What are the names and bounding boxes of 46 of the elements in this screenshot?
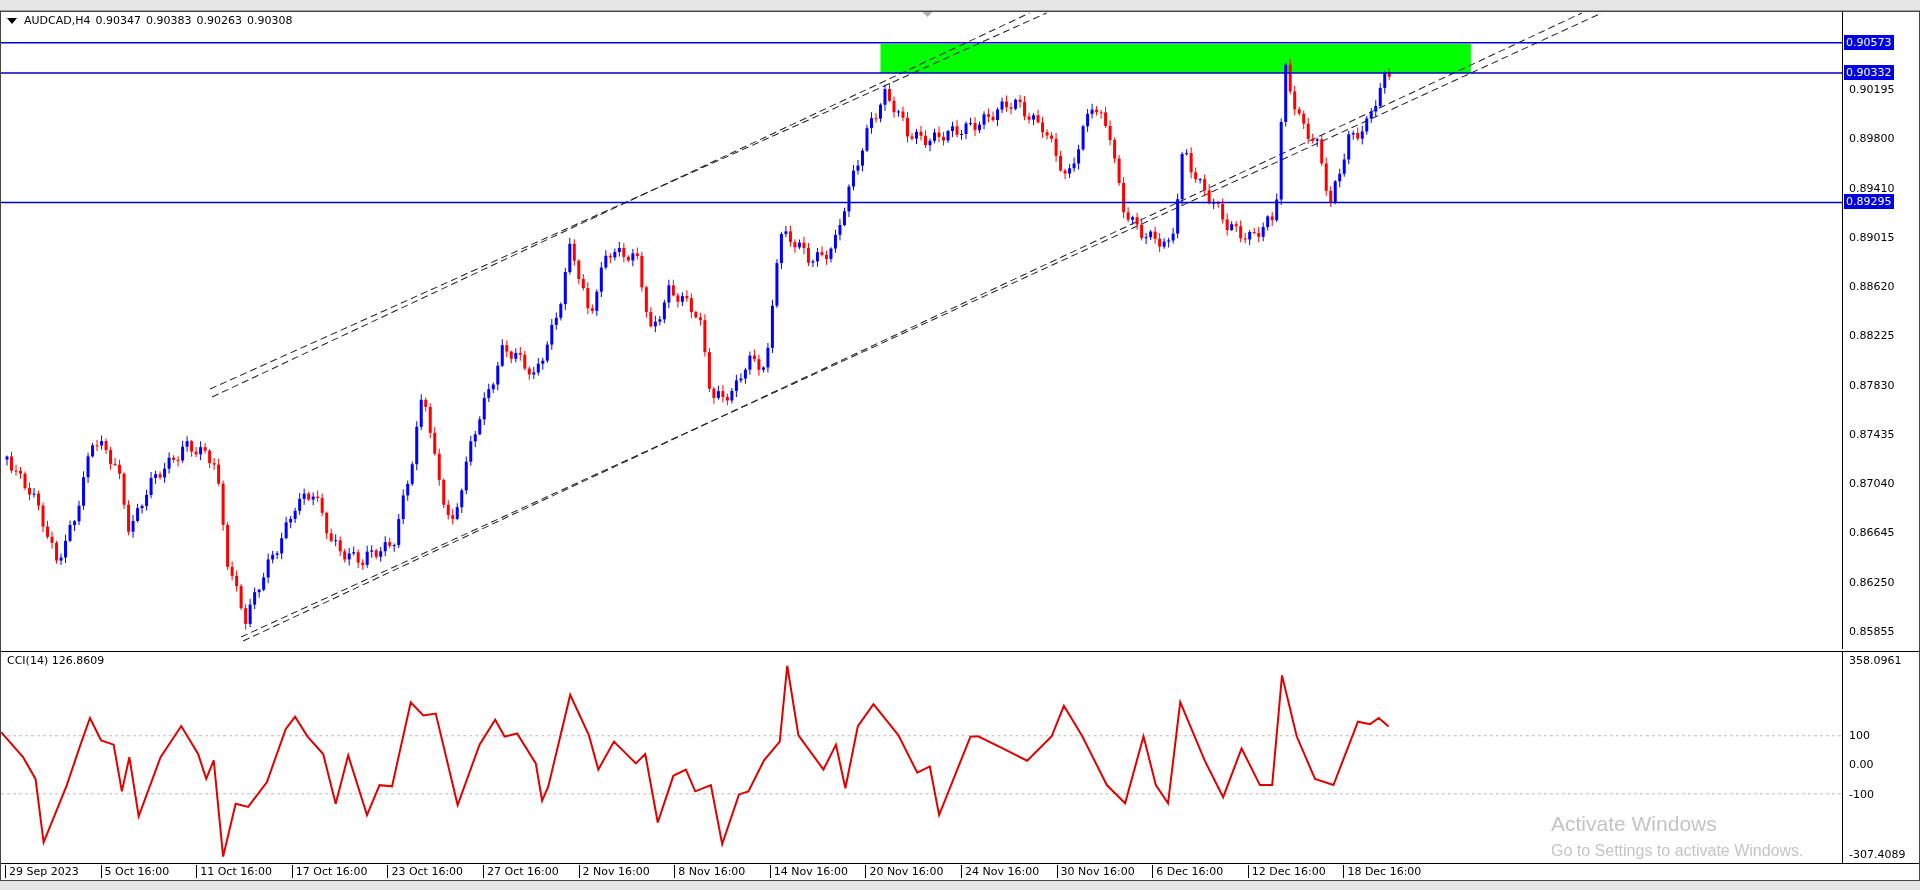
time-label: 2 Nov 16:00 [578, 865, 650, 878]
time-label: 27 Oct 16:00 [483, 865, 559, 878]
time-label: 12 Dec 16:00 [1247, 865, 1326, 878]
price-tick-label: 0.85855 [1848, 624, 1896, 639]
price-tick-label: 0.89800 [1848, 131, 1896, 147]
cci-tick-label: 0.00 [1848, 757, 1875, 773]
price-tick-label: 0.88620 [1848, 279, 1896, 295]
price-quote: 0.90347 [95, 14, 141, 27]
time-label: 30 Nov 16:00 [1056, 865, 1135, 878]
activation-title: Activate Windows [1551, 812, 1718, 836]
price-level-label: 0.90332 [1844, 64, 1894, 80]
activation-text: Go to Settings to activate Windows. [1551, 842, 1804, 860]
time-label: 20 Nov 16:00 [865, 865, 944, 878]
price-tick-label: 0.90195 [1848, 82, 1896, 97]
time-label: 17 Oct 16:00 [291, 865, 368, 878]
price-tick-label: 0.87435 [1848, 426, 1896, 442]
price-tick-label: 0.87830 [1848, 377, 1896, 393]
cci-tick-label: 100 [1848, 728, 1871, 744]
price-tick-label: 0.88225 [1848, 328, 1896, 344]
price-tick-label: 0.89410 [1848, 180, 1896, 196]
price-level-label: 0.90573 [1844, 34, 1894, 50]
time-label: 29 Sep 2023 [5, 865, 79, 878]
time-label: 6 Dec 16:00 [1152, 865, 1224, 878]
price-level-label: 0.89295 [1844, 194, 1894, 210]
level-line[interactable] [1, 201, 1842, 204]
level-line[interactable] [1, 42, 1842, 44]
indicator-label: CCI(14) 126.8609 [7, 654, 105, 667]
price-tick-label: 0.86250 [1848, 574, 1896, 590]
time-label: 11 Oct 16:00 [196, 865, 272, 878]
time-label: 8 Nov 16:00 [674, 865, 746, 878]
price-tick-label: 0.87040 [1848, 476, 1896, 492]
time-label: 23 Oct 16:00 [387, 865, 464, 878]
dropdown-triangle-icon[interactable] [7, 17, 17, 24]
symbol-label: AUDCAD,H4 [24, 14, 91, 27]
cci-tick-label: -307.4089 [1848, 847, 1907, 862]
cci-tick-label: 358.0961 [1848, 653, 1903, 668]
price-tick-label: 0.86645 [1848, 525, 1896, 541]
time-label: 5 Oct 16:00 [100, 865, 170, 878]
cci-tick-label: -100 [1848, 786, 1875, 802]
price-quote: 0.90308 [247, 14, 293, 27]
price-tick-label: 0.89015 [1848, 229, 1896, 245]
time-label: 24 Nov 16:00 [961, 865, 1040, 878]
price-quote: 0.90263 [196, 14, 242, 27]
time-label: 14 Nov 16:00 [769, 865, 848, 878]
time-label: 18 Dec 16:00 [1343, 865, 1422, 878]
price-quote: 0.90383 [146, 14, 192, 27]
